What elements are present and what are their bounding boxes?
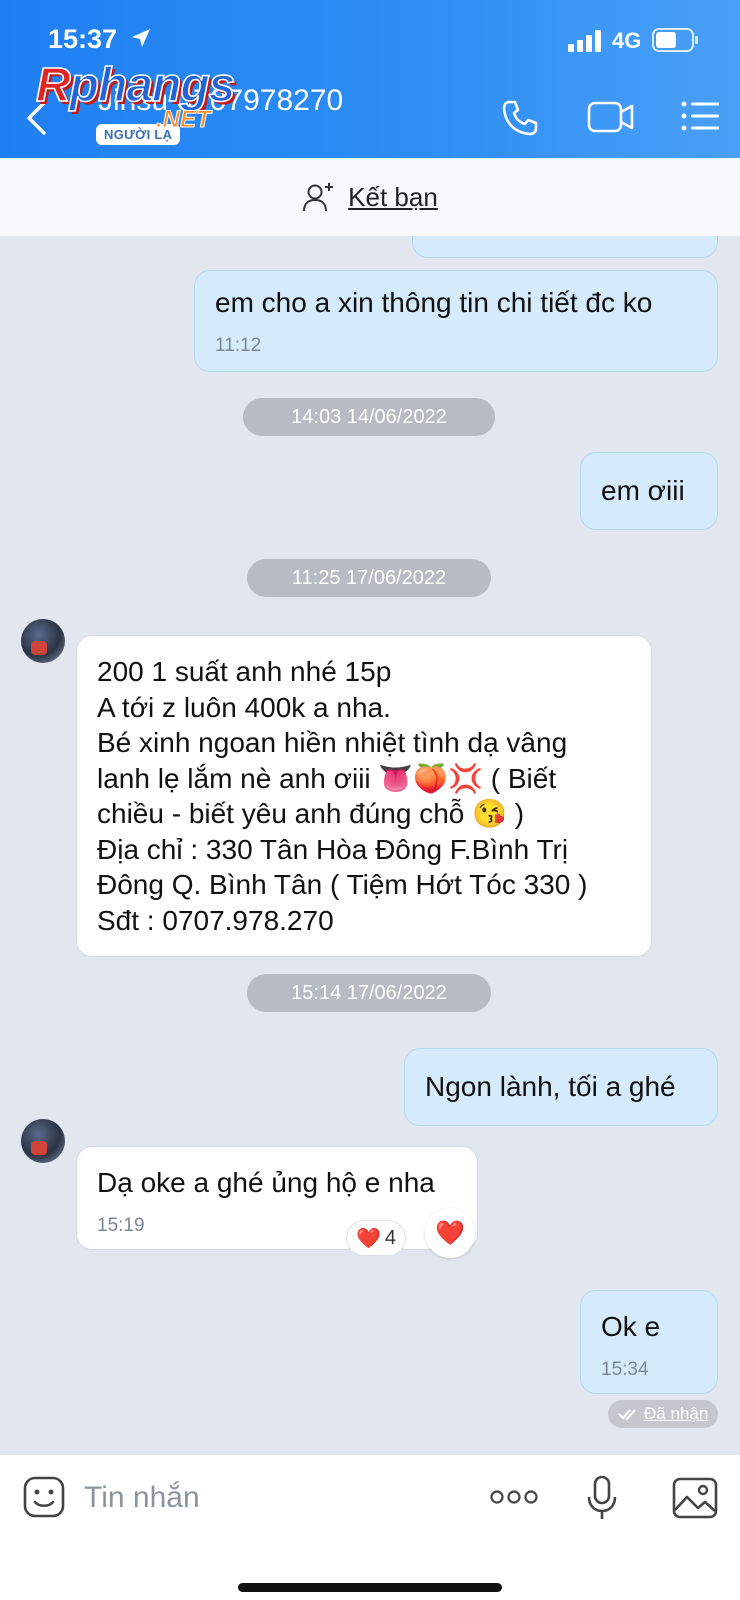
- message-bubble-outgoing[interactable]: em cho a xin thông tin chi tiết đc ko 11…: [194, 270, 718, 372]
- message-bubble-outgoing[interactable]: Ok e 15:34: [580, 1290, 718, 1394]
- message-bubble-outgoing[interactable]: em ơiii: [580, 452, 718, 530]
- avatar[interactable]: [21, 619, 65, 663]
- react-button[interactable]: ❤️: [425, 1208, 475, 1258]
- reaction-summary[interactable]: ❤️ 4: [346, 1220, 406, 1256]
- menu-icon[interactable]: [680, 100, 720, 132]
- watermark-r: R: [35, 58, 71, 113]
- chat-header: 15:37 4G Jinsu 0707978270 NGƯỜI LẠ Rphan…: [0, 0, 740, 158]
- message-line: Địa chỉ : 330 Tân Hòa Đông F.Bình Trị: [97, 833, 569, 865]
- message-bubble-outgoing[interactable]: Ngon lành, tối a ghé: [404, 1048, 718, 1126]
- heart-icon: ❤️: [355, 1226, 381, 1250]
- phone-icon[interactable]: [500, 98, 540, 138]
- message-bubble-clipped: [412, 236, 718, 258]
- message-bubble-incoming[interactable]: Dạ oke a ghé ủng hộ e nha 15:19: [76, 1146, 478, 1250]
- message-time: 15:34: [601, 1358, 649, 1380]
- message-text: Ngon lành, tối a ghé: [425, 1071, 676, 1102]
- delivery-status-text: Đã nhận: [644, 1404, 709, 1423]
- add-friend-label[interactable]: Kết bạn: [348, 182, 438, 213]
- message-text: em ơiii: [601, 475, 685, 506]
- message-line: 200 1 suất anh nhé 15p: [97, 656, 392, 687]
- message-text: em cho a xin thông tin chi tiết đc ko: [215, 287, 653, 318]
- watermark-main: Rphangs: [35, 58, 236, 113]
- date-separator: 14:03 14/06/2022: [243, 398, 495, 436]
- message-text: Ok e: [601, 1311, 661, 1342]
- message-list[interactable]: em cho a xin thông tin chi tiết đc ko 11…: [0, 236, 740, 1454]
- watermark-text: phangs: [69, 58, 236, 113]
- location-arrow-icon: [132, 29, 150, 47]
- double-check-icon: [618, 1409, 636, 1421]
- sticker-icon[interactable]: [22, 1475, 66, 1519]
- watermark-sub: .NET: [156, 106, 212, 134]
- delivery-status: Đã nhận: [608, 1400, 719, 1428]
- message-bubble-incoming[interactable]: 200 1 suất anh nhé 15p A tới z luôn 400k…: [76, 635, 652, 957]
- message-line: Đông Q. Bình Tân ( Tiệm Hớt Tóc 330 ): [97, 869, 588, 900]
- date-separator: 11:25 17/06/2022: [247, 559, 491, 597]
- message-input-bar: Tin nhắn: [0, 1454, 740, 1600]
- mic-icon[interactable]: [586, 1475, 618, 1521]
- message-line: lanh lẹ lắm nè anh ơiii 👅🍑💢 ( Biết: [97, 762, 557, 794]
- more-icon[interactable]: [490, 1489, 538, 1505]
- image-icon[interactable]: [672, 1477, 718, 1519]
- video-icon[interactable]: [587, 100, 635, 134]
- message-input[interactable]: Tin nhắn: [84, 1481, 200, 1515]
- watermark-logo: Rphangs .NET: [34, 54, 264, 144]
- add-friend-icon: [303, 183, 334, 212]
- home-indicator: [238, 1583, 502, 1592]
- message-line: chiều - biết yêu anh đúng chỗ 😘 ): [97, 798, 525, 829]
- message-line: A tới z luôn 400k a nha.: [97, 691, 391, 723]
- signal-icon: [568, 30, 601, 52]
- avatar[interactable]: [21, 1119, 65, 1163]
- date-separator: 15:14 17/06/2022: [247, 974, 491, 1012]
- message-time: 11:12: [215, 334, 262, 356]
- message-line: Sđt : 0707.978.270: [97, 904, 334, 936]
- heart-icon: ❤️: [435, 1219, 465, 1247]
- status-time: 15:37: [48, 24, 118, 54]
- network-label: 4G: [612, 28, 642, 53]
- reaction-count: 4: [384, 1226, 397, 1249]
- add-friend-bar[interactable]: Kết bạn: [0, 158, 740, 236]
- message-line: Bé xinh ngoan hiền nhiệt tình dạ vâng: [97, 727, 568, 758]
- battery-icon: [652, 28, 698, 52]
- message-text: Dạ oke a ghé ủng hộ e nha: [97, 1167, 435, 1198]
